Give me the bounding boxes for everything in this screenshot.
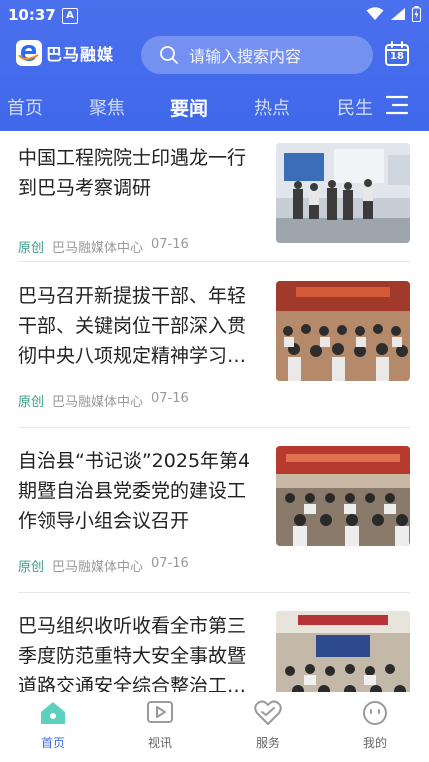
divider [18, 261, 410, 262]
signal-icon [391, 8, 405, 20]
tab-focus[interactable]: 聚焦 [89, 94, 125, 120]
article-thumbnail [276, 281, 410, 381]
article-tag: 原创 [18, 241, 45, 256]
notification-icon: A [62, 8, 78, 24]
list-item[interactable]: 中国工程院院士印遇龙一行到巴马考察调研 原创 巴马融媒体中心 07-16 [18, 143, 410, 256]
battery-icon [412, 6, 421, 22]
service-icon [254, 700, 282, 725]
calendar-button[interactable]: 18 [384, 41, 410, 67]
article-source: 巴马融媒体中心 [52, 560, 144, 575]
article-tag: 原创 [18, 560, 45, 575]
article-title: 中国工程院院士印遇龙一行到巴马考察调研 [18, 147, 247, 199]
article-title: 巴马召开新提拔干部、年轻干部、关键岗位干部深入贯彻中央八项规定精神学习… [18, 285, 247, 367]
home-icon [41, 702, 65, 724]
nav-home-label: 首页 [40, 736, 65, 750]
wifi-icon [366, 7, 384, 20]
nav-video[interactable]: 视讯 [130, 700, 190, 751]
calendar-day: 18 [390, 51, 404, 62]
article-date: 07-16 [151, 237, 189, 252]
article-meta: 原创 巴马融媒体中心 07-16 [18, 391, 189, 410]
article-source: 巴马融媒体中心 [52, 395, 144, 410]
article-tag: 原创 [18, 395, 45, 410]
nav-video-label: 视讯 [147, 736, 172, 750]
tab-livelihood[interactable]: 民生 [337, 94, 373, 120]
profile-icon [363, 701, 387, 725]
nav-service[interactable]: 服务 [238, 700, 298, 751]
bottom-navigation: 首页 视讯 服务 我的 [0, 692, 429, 762]
tab-hot[interactable]: 热点 [254, 94, 290, 120]
article-source: 巴马融媒体中心 [52, 241, 144, 256]
tab-news[interactable]: 要闻 [170, 94, 208, 121]
app-header: 10:37 A 巴马融媒 请输入搜索内容 18 首页 聚焦 要闻 热点 民生 [0, 0, 429, 131]
tab-home[interactable]: 首页 [7, 94, 43, 120]
divider [18, 427, 410, 428]
video-icon [147, 701, 173, 723]
status-icons [366, 6, 421, 22]
article-thumbnail [276, 143, 410, 243]
article-meta: 原创 巴马融媒体中心 07-16 [18, 237, 189, 256]
list-item[interactable]: 巴马召开新提拔干部、年轻干部、关键岗位干部深入贯彻中央八项规定精神学习… 原创 … [18, 281, 410, 410]
logo-text: 巴马融媒 [46, 45, 115, 64]
nav-profile-label: 我的 [362, 736, 387, 750]
menu-icon[interactable] [385, 94, 409, 116]
nav-home[interactable]: 首页 [23, 700, 83, 751]
status-bar: 10:37 A [0, 0, 429, 30]
article-meta: 原创 巴马融媒体中心 07-16 [18, 556, 189, 575]
logo-icon [16, 40, 42, 66]
divider [18, 592, 410, 593]
article-title: 巴马组织收听收看全市第三季度防范重特大安全事故暨道路交通安全综合整治工… [18, 615, 247, 697]
nav-profile[interactable]: 我的 [345, 700, 405, 751]
status-time: 10:37 [8, 6, 56, 24]
search-box[interactable]: 请输入搜索内容 [141, 36, 373, 74]
category-tabs: 首页 聚焦 要闻 热点 民生 [0, 88, 429, 128]
nav-service-label: 服务 [255, 736, 280, 750]
article-title: 自治县“书记谈”2025年第4期暨自治县党委党的建设工作领导小组会议召开 [18, 450, 251, 532]
article-thumbnail [276, 446, 410, 546]
list-item[interactable]: 自治县“书记谈”2025年第4期暨自治县党委党的建设工作领导小组会议召开 原创 … [18, 446, 410, 575]
article-date: 07-16 [151, 556, 189, 571]
search-placeholder: 请输入搜索内容 [189, 47, 302, 66]
search-icon [160, 46, 178, 64]
app-logo[interactable]: 巴马融媒 [16, 40, 114, 66]
article-date: 07-16 [151, 391, 189, 406]
